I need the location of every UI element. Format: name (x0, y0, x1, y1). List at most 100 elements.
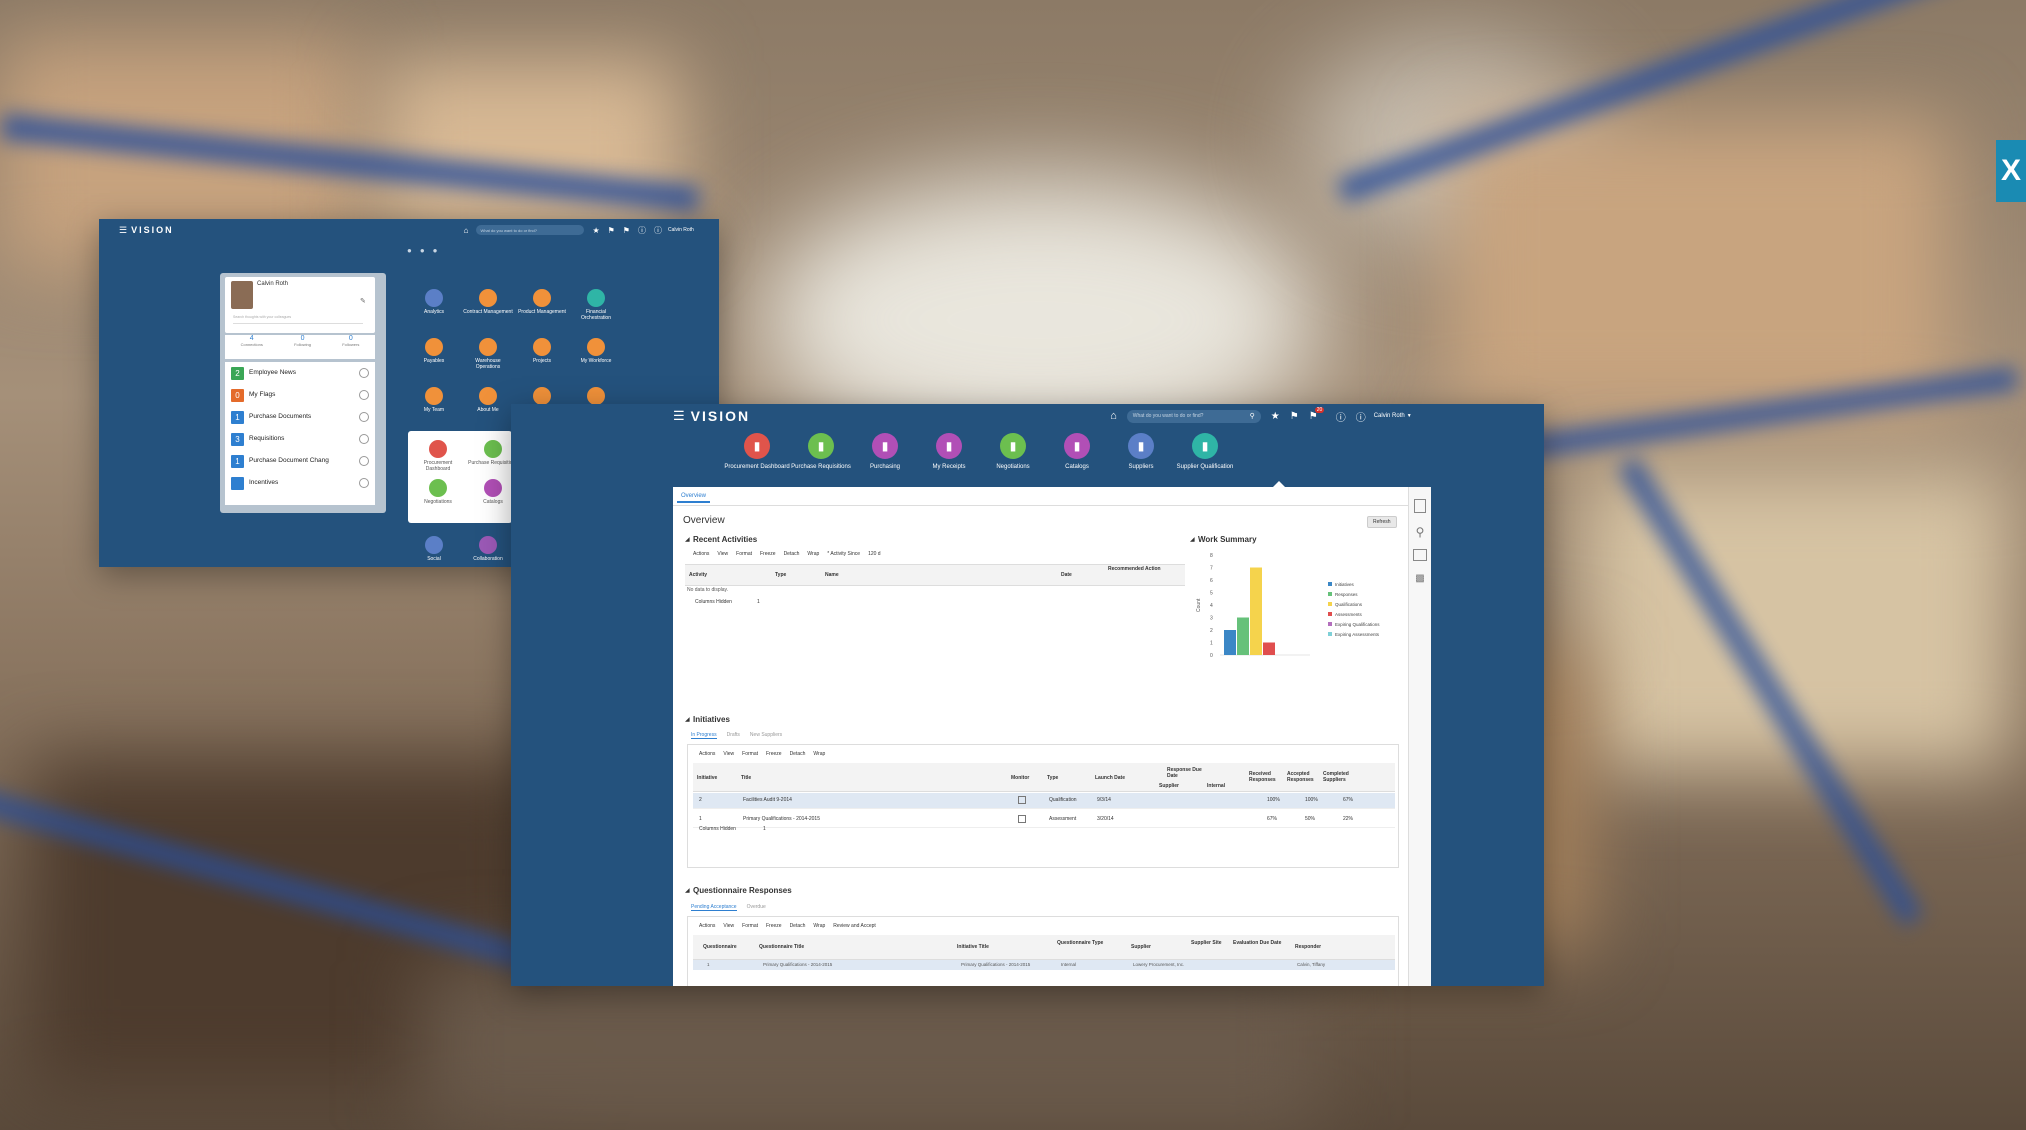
column-header[interactable]: Received Responses (1249, 771, 1291, 783)
column-header[interactable]: Completed Suppliers (1323, 771, 1365, 783)
toolbar-item[interactable]: Wrap (807, 551, 819, 557)
thoughts-input[interactable]: Search thoughts with your colleagues (233, 315, 363, 324)
nav-tile[interactable]: ▮ Negotiations (978, 433, 1048, 471)
tab[interactable]: Drafts (727, 732, 740, 738)
star-icon[interactable]: ★ (592, 226, 599, 235)
toolbar-item[interactable]: Detach (790, 923, 806, 929)
column-header[interactable]: Name (825, 572, 839, 578)
product-icon[interactable] (533, 289, 551, 307)
bar[interactable] (1224, 630, 1236, 655)
tab[interactable]: In Progress (691, 732, 717, 739)
toolbar-item[interactable]: Format (742, 923, 758, 929)
tab[interactable]: Pending Acceptance (691, 904, 737, 911)
tab[interactable]: New Suppliers (750, 732, 782, 738)
stat-followers[interactable]: 0 Followers (342, 335, 359, 359)
remove-icon[interactable] (359, 412, 369, 422)
toolbar-item[interactable]: Format (742, 751, 758, 757)
user-menu[interactable]: Calvin Roth (668, 227, 694, 233)
nav-tile[interactable]: ▮ Suppliers (1106, 433, 1176, 471)
nav-tile[interactable]: ▮ My Receipts (914, 433, 984, 471)
list-item[interactable]: Incentives (231, 475, 371, 493)
nav-tile[interactable]: ▮ Supplier Qualification (1170, 433, 1240, 471)
column-header[interactable]: Title (741, 775, 751, 781)
collapse-icon[interactable]: ◢ (1190, 536, 1195, 543)
column-header[interactable]: Monitor (1011, 775, 1029, 781)
table-row[interactable] (693, 793, 1395, 809)
column-header[interactable]: Responder (1295, 944, 1321, 950)
contract-icon[interactable] (479, 289, 497, 307)
help-icon[interactable]: ⓘ (638, 225, 646, 236)
list-item[interactable]: 1 Purchase Document Chang (231, 453, 371, 471)
menu-icon[interactable]: ☰ (119, 225, 127, 236)
column-header[interactable]: Evaluation Due Date (1233, 940, 1281, 946)
monitor-icon[interactable] (1018, 796, 1026, 804)
toolbar-item[interactable]: Freeze (766, 923, 782, 929)
column-header[interactable]: Questionnaire Title (759, 944, 804, 950)
stat-connections[interactable]: 4 Connections (241, 335, 263, 359)
notifications-icon[interactable]: ⚑ 20 (1309, 406, 1325, 422)
nav-tile[interactable]: ▮ Purchase Requisitions (786, 433, 856, 471)
column-header[interactable]: Recommended Action (1108, 566, 1161, 572)
tab[interactable]: Overdue (747, 904, 766, 910)
toolbar-item[interactable]: Actions (699, 751, 715, 757)
bell-icon[interactable]: ⚑ (623, 226, 630, 235)
list-item[interactable]: 3 Requisitions (231, 431, 371, 449)
collapse-icon[interactable]: ◢ (685, 716, 690, 723)
toolbar-item[interactable]: View (717, 551, 728, 557)
popup-tile-icon[interactable] (429, 440, 447, 458)
projects-icon[interactable] (533, 338, 551, 356)
toolbar-item[interactable]: Wrap (813, 923, 825, 929)
social-icon[interactable] (425, 536, 443, 554)
user-menu[interactable]: Calvin Roth (1374, 413, 1405, 419)
column-header[interactable]: Supplier Site (1191, 940, 1222, 946)
warehouse-icon[interactable] (479, 338, 497, 356)
column-header[interactable]: Questionnaire (703, 944, 737, 950)
column-header[interactable]: Type (775, 572, 786, 578)
refresh-button[interactable]: Refresh (1367, 516, 1397, 528)
rail-search-icon[interactable]: ⚲ (1414, 525, 1426, 539)
search-icon[interactable]: ⚲ (1250, 412, 1255, 420)
column-header[interactable]: Supplier (1131, 944, 1151, 950)
stat-following[interactable]: 0 Following (294, 335, 311, 359)
toolbar-item[interactable]: Format (736, 551, 752, 557)
star-icon[interactable]: ★ (1271, 411, 1280, 422)
column-header[interactable]: Type (1047, 775, 1058, 781)
toolbar-item[interactable]: Detach (784, 551, 800, 557)
flag-icon[interactable]: ⚑ (1290, 411, 1299, 422)
search-input[interactable]: What do you want to do or find? ⚲ (1126, 409, 1261, 423)
popup-tile-icon[interactable] (484, 479, 502, 497)
remove-icon[interactable] (359, 478, 369, 488)
edit-icon[interactable]: ✎ (360, 297, 366, 305)
workforce-icon[interactable] (587, 338, 605, 356)
collab-icon[interactable] (479, 536, 497, 554)
bar[interactable] (1263, 642, 1275, 656)
column-header[interactable]: Internal (1207, 783, 1225, 789)
avatar[interactable] (231, 281, 253, 309)
rail-table-icon[interactable] (1413, 549, 1427, 561)
info-icon[interactable]: ⓘ (654, 225, 662, 236)
settings-icon[interactable]: ⓘ (1356, 409, 1366, 424)
chart-icon[interactable] (425, 289, 443, 307)
collapse-icon[interactable]: ◢ (685, 536, 690, 543)
front-window[interactable]: ☰ VISION ⌂ What do you want to do or fin… (511, 404, 1544, 986)
bar[interactable] (1250, 567, 1262, 656)
remove-icon[interactable] (359, 368, 369, 378)
toolbar-item[interactable]: Actions (699, 923, 715, 929)
column-header[interactable]: Initiative Title (957, 944, 989, 950)
list-item[interactable]: 2 Employee News (231, 365, 371, 383)
column-header[interactable]: Response Due Date (1167, 767, 1209, 779)
popup-tile-icon[interactable] (484, 440, 502, 458)
home-icon[interactable]: ⌂ (464, 226, 469, 235)
nav-tile[interactable]: ▮ Purchasing (850, 433, 920, 471)
bar[interactable] (1237, 617, 1249, 656)
payables-icon[interactable] (425, 338, 443, 356)
remove-icon[interactable] (359, 456, 369, 466)
column-header[interactable]: Activity (689, 572, 707, 578)
monitor-icon[interactable] (1018, 815, 1026, 823)
team-icon[interactable] (425, 387, 443, 405)
tile-icon[interactable] (533, 387, 551, 405)
column-header[interactable]: Supplier (1159, 783, 1179, 789)
toolbar-item[interactable]: Freeze (766, 751, 782, 757)
toolbar-item[interactable]: Detach (790, 751, 806, 757)
toolbar-item[interactable]: * Activity Since (827, 551, 860, 557)
